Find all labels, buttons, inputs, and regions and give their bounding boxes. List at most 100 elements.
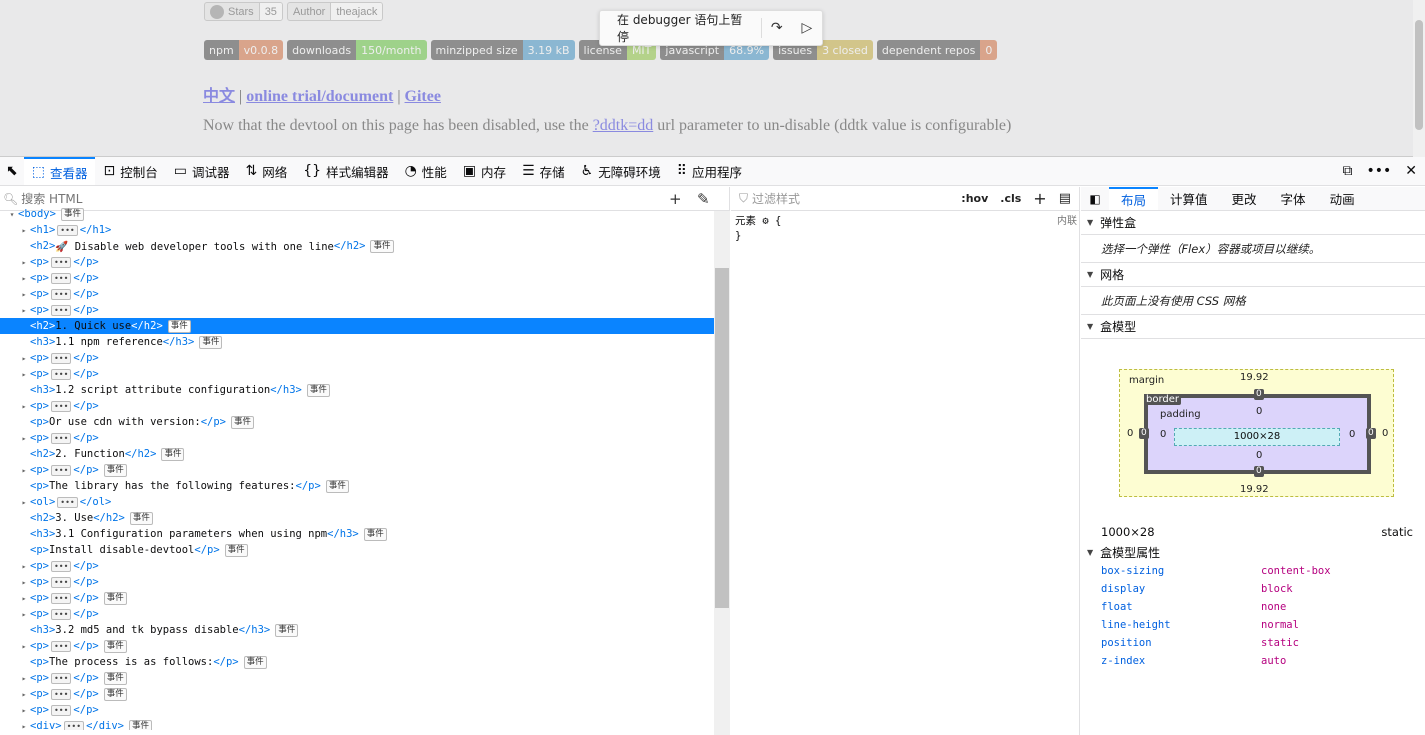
cls-toggle-button[interactable]: .cls [1000, 192, 1021, 205]
markup-node[interactable]: <h2> 🚀 Disable web developer tools with o… [0, 238, 714, 254]
markup-scrollbar[interactable] [714, 211, 730, 735]
eyedropper-icon[interactable]: ✎ [689, 190, 717, 208]
toggle-pane-icon[interactable]: ◧ [1081, 187, 1109, 210]
expand-arrow-icon[interactable]: ▸ [18, 274, 30, 283]
grid-section-header[interactable]: ▼ 网格 [1081, 263, 1425, 287]
collapsed-children-icon[interactable]: ••• [50, 608, 72, 620]
flexbox-section-header[interactable]: ▼ 弹性盒 [1081, 211, 1425, 235]
link-online-trial[interactable]: online trial/document [246, 88, 393, 105]
markup-node[interactable]: ▸ <p> ••• </p> [0, 366, 714, 382]
prop-value[interactable]: static [1261, 637, 1299, 649]
markup-node[interactable]: <p> The library has the following feature… [0, 478, 714, 494]
prop-value[interactable]: auto [1261, 655, 1286, 667]
boxmodel-props-header[interactable]: ▼ 盒模型属性 [1081, 542, 1425, 562]
boxmodel-section-header[interactable]: ▼ 盒模型 [1081, 315, 1425, 339]
expand-arrow-icon[interactable]: ▸ [18, 466, 30, 475]
markup-node[interactable]: ▸ <p> ••• </p> 事件 [0, 590, 714, 606]
expand-arrow-icon[interactable]: ▸ [18, 258, 30, 267]
expand-arrow-icon[interactable]: ▸ [18, 226, 30, 235]
highlight-elements-icon[interactable]: ⚙ [762, 215, 768, 227]
collapsed-children-icon[interactable]: ••• [50, 704, 72, 716]
event-badge[interactable]: 事件 [161, 447, 185, 461]
tab-style-editor[interactable]: {} 样式编辑器 [295, 157, 396, 185]
collapsed-children-icon[interactable]: ••• [50, 688, 72, 700]
tab-debugger[interactable]: ▭ 调试器 [166, 157, 238, 185]
sidebar-tab[interactable]: 布局 [1109, 187, 1159, 210]
collapsed-children-icon[interactable]: ••• [50, 288, 72, 300]
step-over-icon[interactable]: ↷ [762, 10, 792, 46]
tab-network[interactable]: ⇅ 网络 [237, 157, 295, 185]
markup-node[interactable]: ▸ <p> ••• </p> [0, 574, 714, 590]
collapsed-children-icon[interactable]: ••• [50, 304, 72, 316]
event-badge[interactable]: 事件 [275, 623, 299, 637]
border-bottom-value[interactable]: 0 [1254, 466, 1264, 477]
markup-node[interactable]: ▸ <p> ••• </p> [0, 606, 714, 622]
filter-styles-input[interactable]: 过滤样式 [752, 190, 800, 207]
markup-node[interactable]: ▸ <p> ••• </p> [0, 254, 714, 270]
print-simulation-icon[interactable]: ▤ [1059, 191, 1071, 206]
collapsed-children-icon[interactable]: ••• [50, 432, 72, 444]
markup-node[interactable]: ▸ <p> ••• </p> 事件 [0, 686, 714, 702]
markup-node[interactable]: ▸ <p> ••• </p> 事件 [0, 638, 714, 654]
prop-value[interactable]: normal [1261, 619, 1299, 631]
more-options-icon[interactable]: ••• [1366, 163, 1391, 179]
markup-node[interactable]: ▸ <p> ••• </p> [0, 286, 714, 302]
link-chinese[interactable]: 中文 [203, 88, 235, 105]
tab-performance[interactable]: ◔ 性能 [397, 157, 455, 185]
markup-node[interactable]: ▸ <p> ••• </p> [0, 430, 714, 446]
markup-node[interactable]: <h2> 3. Use </h2> 事件 [0, 510, 714, 526]
padding-top-value[interactable]: 0 [1256, 406, 1262, 417]
collapsed-children-icon[interactable]: ••• [50, 640, 72, 652]
prop-value[interactable]: content-box [1261, 565, 1331, 577]
expand-arrow-icon[interactable]: ▸ [18, 690, 30, 699]
border-top-value[interactable]: 0 [1254, 389, 1264, 400]
tab-memory[interactable]: ▣ 内存 [455, 157, 514, 185]
margin-bottom-value[interactable]: 19.92 [1240, 484, 1269, 495]
markup-node[interactable]: ▸ <p> ••• </p> 事件 [0, 670, 714, 686]
markup-node[interactable]: <p> The process is as follows: </p> 事件 [0, 654, 714, 670]
collapsed-children-icon[interactable]: ••• [63, 720, 85, 730]
event-badge[interactable]: 事件 [363, 527, 387, 541]
event-badge[interactable]: 事件 [167, 319, 191, 333]
expand-arrow-icon[interactable]: ▸ [18, 306, 30, 315]
markup-node[interactable]: <h2> 2. Function </h2> 事件 [0, 446, 714, 462]
sidebar-tab[interactable]: 动画 [1318, 187, 1367, 210]
shield-badge-minzipped-size[interactable]: minzipped size 3.19 kB [430, 40, 575, 60]
markup-node[interactable]: <p> Install disable-devtool </p> 事件 [0, 542, 714, 558]
expand-arrow-open-icon[interactable]: ▾ [6, 210, 18, 219]
collapsed-children-icon[interactable]: ••• [57, 224, 78, 236]
expand-arrow-icon[interactable]: ▸ [18, 354, 30, 363]
collapsed-children-icon[interactable]: ••• [57, 496, 78, 508]
add-node-button[interactable]: + [661, 190, 689, 208]
margin-right-value[interactable]: 0 [1382, 428, 1388, 439]
markup-node[interactable]: ▸ <div> ••• </div> 事件 [0, 718, 714, 730]
prop-value[interactable]: block [1261, 583, 1293, 595]
markup-node[interactable]: ▸ <p> ••• </p> [0, 302, 714, 318]
expand-arrow-icon[interactable]: ▸ [18, 434, 30, 443]
markup-node[interactable]: <h3> 3.2 md5 and tk bypass disable </h3> 事件 [0, 622, 714, 638]
expand-arrow-icon[interactable]: ▸ [18, 498, 30, 507]
ddtk-param-link[interactable]: ?ddtk=dd [593, 117, 654, 134]
dock-toggle-icon[interactable]: ⧉ [1342, 163, 1352, 179]
event-badge[interactable]: 事件 [103, 591, 127, 605]
event-badge[interactable]: 事件 [103, 687, 127, 701]
markup-node[interactable]: ▸ <h1> ••• </h1> [0, 222, 714, 238]
event-badge[interactable]: 事件 [103, 671, 127, 685]
event-badge[interactable]: 事件 [129, 511, 153, 525]
tab-console[interactable]: ⊡ 控制台 [95, 157, 165, 185]
collapsed-children-icon[interactable]: ••• [50, 672, 72, 684]
event-badge[interactable]: 事件 [243, 655, 267, 669]
event-badge[interactable]: 事件 [370, 239, 394, 253]
collapsed-children-icon[interactable]: ••• [50, 464, 72, 476]
sidebar-tab[interactable]: 更改 [1220, 187, 1269, 210]
event-badge[interactable]: 事件 [224, 543, 248, 557]
markup-node[interactable]: ▸ <p> ••• </p> [0, 702, 714, 718]
event-badge[interactable]: 事件 [230, 415, 254, 429]
expand-arrow-icon[interactable]: ▸ [18, 402, 30, 411]
html-search-input[interactable] [21, 191, 662, 206]
margin-left-value[interactable]: 0 [1127, 428, 1133, 439]
expand-arrow-icon[interactable]: ▸ [18, 706, 30, 715]
resume-icon[interactable]: ▷ [792, 10, 822, 46]
markup-node[interactable]: <h3> 3.1 Configuration parameters when us… [0, 526, 714, 542]
expand-arrow-icon[interactable]: ▸ [18, 594, 30, 603]
